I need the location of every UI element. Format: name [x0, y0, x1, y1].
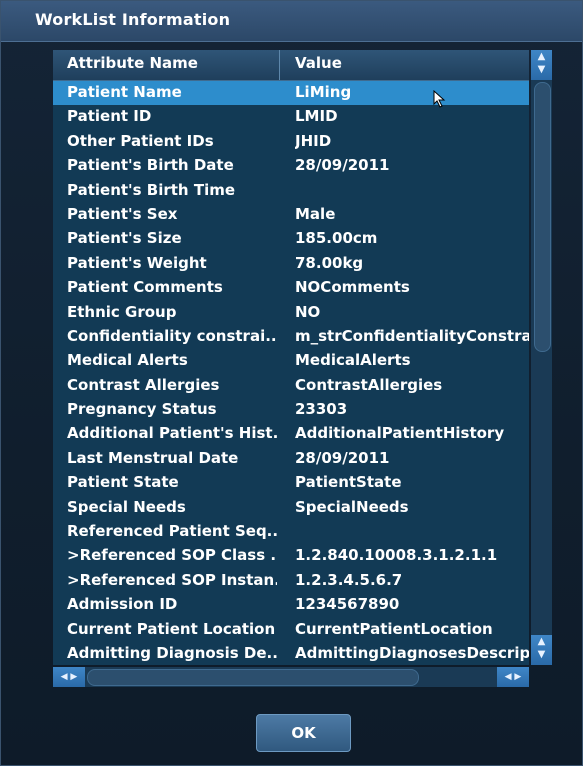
table-row[interactable]: Patient's Birth Time: [53, 179, 529, 203]
attribute-name-cell: Patient Name: [67, 83, 182, 101]
arrow-up-icon[interactable]: ▲ ▼: [531, 50, 552, 80]
attribute-name-cell: Last Menstrual Date: [67, 448, 239, 467]
attribute-name-cell: Current Patient Location: [67, 619, 276, 638]
attribute-value-cell: 78.00kg: [295, 253, 364, 272]
vertical-scrollbar[interactable]: ▲ ▼ ▲ ▼: [531, 50, 552, 665]
attribute-value-cell: PatientState: [295, 473, 402, 492]
title-bar: WorkList Information: [1, 1, 582, 42]
attribute-name-cell: Patient's Weight: [67, 253, 207, 272]
table-body: Patient Name LiMing Patient ID LMID Other Pa…: [53, 81, 529, 665]
attribute-value-cell: 28/09/2011: [295, 448, 390, 467]
table-row[interactable]: >Referenced SOP Instan... 1.2.3.4.5.6.7: [53, 569, 529, 593]
arrow-down-icon[interactable]: ▲ ▼: [531, 635, 552, 665]
attribute-name-cell: >Referenced SOP Instan...: [67, 570, 277, 589]
vertical-scroll-thumb[interactable]: [534, 82, 551, 352]
attribute-name-cell: Medical Alerts: [67, 351, 188, 370]
table-row[interactable]: Admission ID 1234567890: [53, 593, 529, 617]
attribute-name-cell: Patient's Birth Time: [67, 180, 236, 199]
table-row[interactable]: Patient State PatientState: [53, 471, 529, 495]
attribute-name-cell: Confidentiality constrai...: [67, 326, 277, 345]
table-row[interactable]: Medical Alerts MedicalAlerts: [53, 349, 529, 373]
mouse-cursor-icon: [433, 90, 446, 108]
table-row[interactable]: Confidentiality constrai... m_strConfiden…: [53, 325, 529, 349]
attribute-name-cell: Contrast Allergies: [67, 375, 220, 394]
attribute-name-cell: Pregnancy Status: [67, 400, 217, 419]
table-header: Attribute Name Value: [53, 50, 529, 81]
attribute-value-cell: 23303: [295, 400, 348, 419]
attribute-name-cell: Patient State: [67, 473, 179, 492]
table-row[interactable]: Contrast Allergies ContrastAllergies: [53, 374, 529, 398]
attribute-name-cell: Ethnic Group: [67, 302, 177, 321]
attribute-value-cell: 28/09/2011: [295, 156, 390, 175]
attribute-name-cell: Patient ID: [67, 107, 152, 126]
attribute-name-cell: Other Patient IDs: [67, 131, 214, 150]
table-row[interactable]: Additional Patient's Hist... AdditionalPa…: [53, 422, 529, 446]
dialog-title: WorkList Information: [35, 10, 231, 29]
attribute-value-cell: 1234567890: [295, 595, 400, 614]
attribute-value-cell: Male: [295, 204, 336, 223]
attribute-value-cell: JHID: [295, 131, 332, 150]
table-row[interactable]: Patient's Size 185.00cm: [53, 227, 529, 251]
attribute-name-cell: Patient's Sex: [67, 204, 178, 223]
attribute-value-cell: m_strConfidentialityConstra: [295, 326, 529, 345]
attribute-name-cell: Admission ID: [67, 595, 178, 614]
ok-button[interactable]: OK: [256, 714, 351, 752]
attribute-value-cell: LiMing: [295, 83, 352, 101]
column-header-attribute[interactable]: Attribute Name: [67, 54, 198, 72]
attribute-value-cell: 185.00cm: [295, 229, 378, 248]
table-row[interactable]: Special Needs SpecialNeeds: [53, 496, 529, 520]
arrow-left-icon[interactable]: ◀ ▶: [53, 667, 85, 687]
horizontal-scrollbar[interactable]: ◀ ▶ ◀ ▶: [53, 667, 529, 687]
attribute-name-cell: >Referenced SOP Class ...: [67, 546, 277, 565]
table-row[interactable]: Last Menstrual Date 28/09/2011: [53, 447, 529, 471]
table-row[interactable]: Patient ID LMID: [53, 105, 529, 129]
attribute-value-cell: SpecialNeeds: [295, 497, 409, 516]
table-row[interactable]: Patient's Sex Male: [53, 203, 529, 227]
table-row[interactable]: >Referenced SOP Class ... 1.2.840.10008.3…: [53, 544, 529, 568]
attribute-table[interactable]: Attribute Name Value Patient Name LiMing P…: [53, 50, 529, 665]
attribute-name-cell: Referenced Patient Seq...: [67, 522, 277, 541]
attribute-name-cell: Additional Patient's Hist...: [67, 424, 277, 443]
worklist-dialog: WorkList Information Attribute Name Valu…: [0, 0, 583, 766]
attribute-name-cell: Admitting Diagnosis De...: [67, 643, 277, 662]
table-row[interactable]: Current Patient Location CurrentPatientLo…: [53, 618, 529, 642]
table-row[interactable]: Ethnic Group NO: [53, 301, 529, 325]
table-row[interactable]: Patient's Weight 78.00kg: [53, 252, 529, 276]
attribute-value-cell: MedicalAlerts: [295, 351, 411, 370]
attribute-value-cell: LMID: [295, 107, 338, 126]
attribute-name-cell: Patient Comments: [67, 278, 223, 297]
attribute-value-cell: ContrastAllergies: [295, 375, 443, 394]
table-row[interactable]: Patient Name LiMing: [53, 81, 529, 106]
attribute-value-cell: CurrentPatientLocation: [295, 619, 493, 638]
column-divider[interactable]: [279, 50, 280, 80]
table-row[interactable]: Admitting Diagnosis De... AdmittingDiagno…: [53, 642, 529, 665]
attribute-value-cell: AdditionalPatientHistory: [295, 424, 505, 443]
table-row[interactable]: Referenced Patient Seq...: [53, 520, 529, 544]
horizontal-scroll-thumb[interactable]: [87, 669, 419, 686]
attribute-value-cell: 1.2.840.10008.3.1.2.1.1: [295, 546, 498, 565]
attribute-value-cell: NOComments: [295, 278, 410, 297]
column-header-value[interactable]: Value: [295, 54, 342, 72]
table-row[interactable]: Pregnancy Status 23303: [53, 398, 529, 422]
table-row[interactable]: Patient Comments NOComments: [53, 276, 529, 300]
attribute-value-cell: NO: [295, 302, 321, 321]
table-row[interactable]: Other Patient IDs JHID: [53, 130, 529, 154]
attribute-name-cell: Patient's Size: [67, 229, 182, 248]
arrow-right-icon[interactable]: ◀ ▶: [497, 667, 529, 687]
attribute-name-cell: Patient's Birth Date: [67, 156, 234, 175]
attribute-name-cell: Special Needs: [67, 497, 186, 516]
attribute-value-cell: AdmittingDiagnosesDescript: [295, 643, 529, 662]
attribute-value-cell: 1.2.3.4.5.6.7: [295, 570, 403, 589]
table-row[interactable]: Patient's Birth Date 28/09/2011: [53, 154, 529, 178]
